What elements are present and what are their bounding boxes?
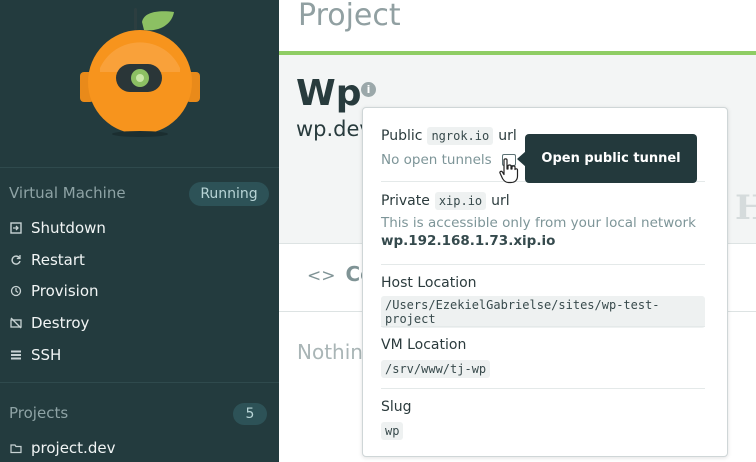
host-location-label: Host Location bbox=[381, 275, 477, 291]
destroy-button[interactable]: Destroy bbox=[9, 311, 89, 335]
sidebar-divider bbox=[0, 167, 279, 168]
popover-divider bbox=[381, 264, 705, 265]
public-suffix: url bbox=[498, 128, 517, 144]
shutdown-icon bbox=[9, 221, 23, 235]
ssh-icon bbox=[9, 348, 23, 362]
public-status: No open tunnels bbox=[381, 152, 492, 168]
slug-label: Slug bbox=[381, 399, 412, 415]
popover-divider bbox=[381, 388, 705, 389]
host-location-section: Host Location /Users/EzekielGabrielse/si… bbox=[381, 272, 705, 328]
private-label: Private bbox=[381, 193, 430, 209]
ssh-button[interactable]: SSH bbox=[9, 343, 61, 367]
vm-section-label: Virtual Machine bbox=[9, 184, 126, 202]
project-label: project.dev bbox=[31, 439, 116, 457]
private-url-link[interactable]: wp.192.168.1.73.xip.io bbox=[381, 233, 705, 249]
restart-button[interactable]: Restart bbox=[9, 248, 85, 272]
pointer-cursor-icon bbox=[499, 158, 519, 184]
provision-button[interactable]: Provision bbox=[9, 279, 99, 303]
provision-label: Provision bbox=[31, 282, 99, 300]
destroy-icon bbox=[9, 316, 23, 330]
project-domain: wp.dev bbox=[296, 117, 372, 141]
private-note: This is accessible only from your local … bbox=[381, 215, 696, 231]
page-title: Project bbox=[298, 0, 401, 33]
vm-location-label: VM Location bbox=[381, 337, 467, 353]
sidebar: Virtual Machine Running Shutdown Restart… bbox=[0, 0, 279, 462]
projects-count-badge: 5 bbox=[233, 403, 267, 425]
vm-location-value: /srv/www/tj-wp bbox=[381, 360, 491, 378]
host-location-value: /Users/EzekielGabrielse/sites/wp-test-pr… bbox=[381, 296, 705, 328]
folder-icon bbox=[9, 441, 23, 455]
provision-icon bbox=[9, 284, 23, 298]
shutdown-button[interactable]: Shutdown bbox=[9, 216, 106, 240]
projects-section-label: Projects bbox=[9, 404, 69, 422]
sidebar-divider bbox=[0, 382, 279, 383]
vm-location-section: VM Location /srv/www/tj-wp bbox=[381, 334, 705, 378]
sidebar-item-project-dev[interactable]: project.dev bbox=[9, 436, 115, 460]
info-icon[interactable]: i bbox=[361, 82, 376, 97]
orange-robot-logo bbox=[80, 8, 200, 137]
private-suffix: url bbox=[491, 193, 510, 209]
project-name: Wp bbox=[296, 73, 362, 114]
empty-state-text: Nothin bbox=[297, 340, 363, 364]
vm-status-badge: Running bbox=[189, 182, 269, 206]
code-icon: <> bbox=[307, 266, 336, 286]
open-public-tunnel-tooltip: Open public tunnel bbox=[525, 134, 697, 183]
ssh-label: SSH bbox=[31, 346, 62, 364]
shutdown-label: Shutdown bbox=[31, 219, 106, 237]
private-url-section: Private xip.io url This is accessible on… bbox=[381, 190, 705, 249]
faded-heading: H bbox=[735, 188, 756, 228]
private-service-code: xip.io bbox=[434, 192, 487, 210]
restart-icon bbox=[9, 253, 23, 267]
slug-section: Slug wp bbox=[381, 396, 705, 440]
slug-value: wp bbox=[381, 422, 404, 440]
public-label: Public bbox=[381, 128, 423, 144]
public-service-code: ngrok.io bbox=[427, 127, 494, 145]
destroy-label: Destroy bbox=[31, 314, 90, 332]
popover-divider bbox=[381, 326, 705, 327]
restart-label: Restart bbox=[31, 251, 85, 269]
